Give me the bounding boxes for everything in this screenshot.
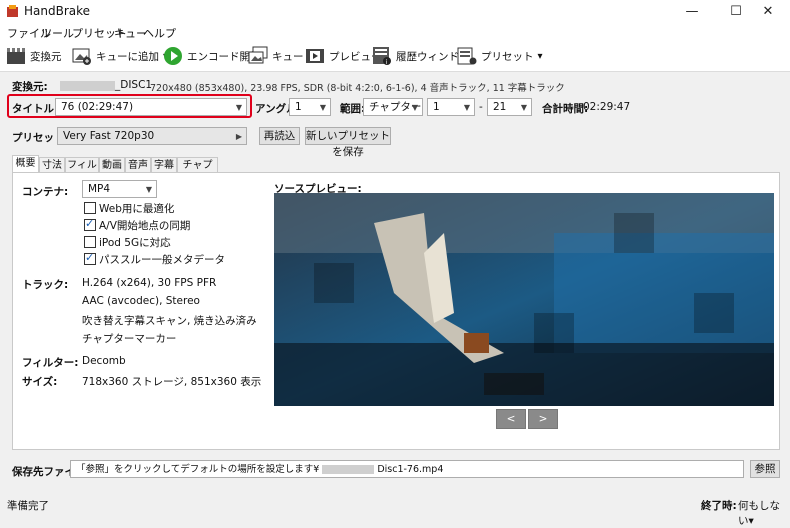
when-done-select[interactable]: 何もしない▾ [738,498,790,528]
tab-filters[interactable]: フィルタ [65,157,99,186]
add-queue-label: キューに追加 [96,50,159,63]
av-sync-label: A/V開始地点の同期 [99,220,191,232]
track-chapters: チャプターマーカー [82,333,177,345]
menu-help[interactable]: ヘルプ [143,25,176,41]
container-select[interactable]: MP4 ▼ [82,180,157,198]
title-value: 76 (02:29:47) [61,101,134,113]
destination-input[interactable]: 「参照」をクリックしてデフォルトの場所を設定します¥ Disc1-76.mp4 [70,460,744,478]
destination-value: 「参照」をクリックしてデフォルトの場所を設定します¥ [76,464,320,475]
tab-summary[interactable]: 概要 [12,155,39,173]
preset-select[interactable]: Very Fast 720p30 ▶ [57,127,247,145]
add-to-queue-button[interactable]: キューに追加 ▾ [72,45,168,67]
range-separator: - [479,101,483,113]
status-text: 準備完了 [7,500,49,512]
metadata-passthru-label: パススルー一般メタデータ [99,254,225,266]
queue-button[interactable]: キュー [248,45,304,67]
source-info: 720x480 (853x480), 23.98 FPS, SDR (8-bit… [150,83,565,94]
duration-label: 合計時間: [542,103,589,115]
tracks-label: トラック: [22,279,69,291]
source-preview-image [274,193,774,406]
menu-bar: ファイル ツール プリセット キュー ヘルプ [0,23,790,41]
when-done-label: 終了時: [701,500,737,512]
preview-next-button[interactable]: > [528,409,558,429]
window-titlebar: HandBrake — ☐ ✕ [0,0,790,23]
destination-filename: Disc1-76.mp4 [377,464,444,475]
web-optimized-label: Web用に最適化 [99,203,175,215]
range-start-value: 1 [433,101,440,113]
toolbar: 変換元 キューに追加 ▾ エンコード開始 キュー プレビュー i 履歴ウィンドウ… [0,41,790,72]
reload-preset-button[interactable]: 再読込 [259,127,300,145]
film-clapper-icon [7,48,25,64]
chevron-down-icon: ▼ [520,103,527,112]
angle-value: 1 [295,101,302,113]
handbrake-app-icon [7,5,18,17]
tab-video[interactable]: 動画 [99,157,125,172]
start-encode-button[interactable]: エンコード開始 [163,45,261,67]
track-audio: AAC (avcodec), Stereo [82,295,200,307]
metadata-passthru-checkbox[interactable] [84,251,96,265]
title-select[interactable]: 76 (02:29:47) ▼ [55,98,247,116]
activity-log-button[interactable]: i 履歴ウィンドウ [372,45,470,67]
av-sync-checkbox[interactable] [84,217,96,231]
tab-chapters[interactable]: チャプター [177,157,218,186]
size-value: 718x360 ストレージ, 851x360 表示 [82,376,262,388]
minimize-button[interactable]: — [670,0,714,23]
menu-tools[interactable]: ツール [41,25,74,41]
range-type-select[interactable]: チャプター ▼ [363,98,423,116]
range-end-value: 21 [493,101,507,113]
redacted-path [322,465,375,474]
source-button[interactable]: 変換元 [6,45,62,67]
chevron-right-icon: ▶ [235,132,242,141]
tab-dimensions[interactable]: 寸法 [39,157,65,172]
container-value: MP4 [88,183,111,195]
container-label: コンテナ: [22,186,69,198]
preview-prev-button[interactable]: < [496,409,526,429]
range-end-select[interactable]: 21 ▼ [487,98,532,116]
range-label: 範囲: [340,103,366,115]
title-label: タイトル: [12,103,59,115]
presets-icon [457,47,477,65]
duration-value: 02:29:47 [583,101,631,113]
image-add-icon [72,48,91,65]
presets-label: プリセット [481,50,534,63]
window-title: HandBrake [24,4,91,18]
queue-label: キュー [272,50,304,63]
close-button[interactable]: ✕ [746,0,790,23]
web-optimized-checkbox[interactable] [84,202,96,214]
chevron-down-icon: ▼ [235,103,242,112]
track-subtitle: 吹き替え字幕スキャン, 焼き込み済み [82,315,257,327]
play-icon [164,47,182,65]
redacted-source-name [60,81,115,91]
browse-button[interactable]: 参照 [750,460,780,478]
chevron-down-icon[interactable]: ▾ [538,51,543,62]
chevron-down-icon: ▼ [145,185,152,194]
filters-value: Decomb [82,355,126,367]
chevron-down-icon: ▼ [319,103,326,112]
queue-icon [248,46,268,64]
source-label: 変換元: [12,81,48,93]
tab-audio[interactable]: 音声 [125,157,151,172]
chevron-down-icon: ▼ [411,103,418,112]
source-name: _DISC1 [115,79,153,91]
angle-select[interactable]: 1 ▼ [289,98,331,116]
filters-label: フィルター: [22,357,79,369]
save-new-preset-button[interactable]: 新しいプリセットを保存 [305,127,391,158]
preview-button[interactable]: プレビュー [305,45,382,67]
preset-value: Very Fast 720p30 [63,130,155,142]
size-label: サイズ: [22,376,58,388]
status-bar: 準備完了 終了時: 何もしない▾ [0,492,790,527]
film-strip-icon [306,49,324,63]
activity-log-icon: i [373,47,391,66]
source-label: 変換元 [30,50,62,63]
chevron-down-icon: ▼ [463,103,470,112]
ipod-support-label: iPod 5Gに対応 [99,237,171,249]
presets-button[interactable]: プリセット ▾ [457,45,543,67]
range-start-select[interactable]: 1 ▼ [427,98,475,116]
tab-subtitles[interactable]: 字幕 [151,157,177,172]
track-video: H.264 (x264), 30 FPS PFR [82,277,217,289]
ipod-support-checkbox[interactable] [84,236,96,248]
